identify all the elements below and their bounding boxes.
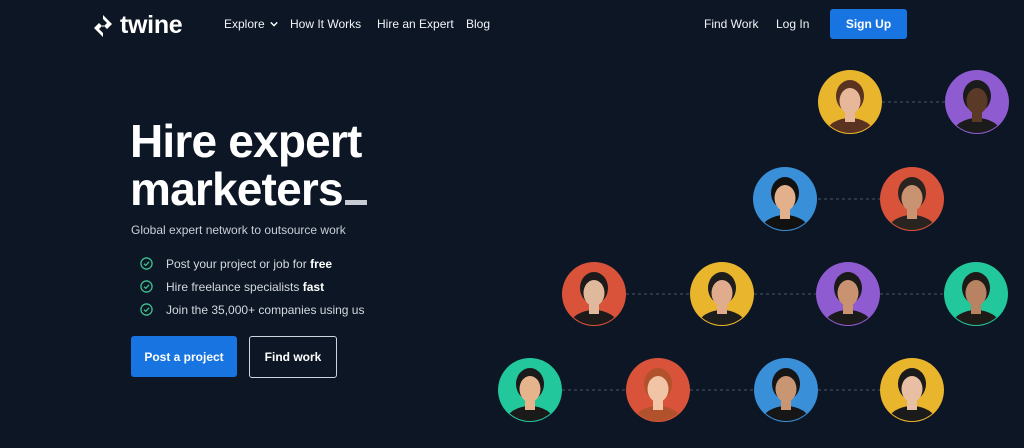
freelancer-avatar[interactable] [754, 358, 818, 438]
hero-subtitle: Global expert network to outsource work [131, 223, 346, 237]
nav-how-it-works[interactable]: How It Works [290, 17, 361, 31]
chevron-down-icon [269, 21, 278, 27]
freelancer-avatar[interactable] [816, 262, 880, 342]
feature-item: Hire freelance specialists fast [140, 275, 364, 298]
feature-text: Join the 35,000+ companies using us [166, 302, 365, 317]
logo-text: twine [120, 11, 183, 39]
hero-title-line-1: Hire expert [130, 115, 362, 167]
freelancer-avatar[interactable] [562, 262, 626, 342]
feature-text: Hire freelance specialists fast [166, 279, 325, 294]
nav-login[interactable]: Log In [776, 17, 809, 31]
freelancer-avatar[interactable] [944, 262, 1008, 342]
freelancer-network [498, 70, 1009, 438]
check-circle-icon [140, 303, 153, 316]
freelancer-avatar[interactable] [880, 358, 944, 438]
feature-item: Post your project or job for free [140, 252, 364, 275]
check-circle-icon [140, 280, 153, 293]
freelancer-avatar[interactable] [880, 167, 944, 247]
hero-title-line-2-text: marketers [130, 163, 344, 215]
freelancer-avatar[interactable] [818, 70, 882, 150]
twine-logo[interactable]: twine [92, 11, 183, 40]
find-work-button[interactable]: Find work [249, 336, 337, 378]
nav-explore[interactable]: Explore [224, 17, 278, 31]
freelancer-avatar[interactable] [945, 70, 1009, 150]
feature-text: Post your project or job for free [166, 256, 333, 271]
check-circle-icon [140, 257, 153, 270]
hero-title-line-2: marketers [130, 165, 367, 213]
freelancer-avatar[interactable] [626, 358, 690, 438]
typing-cursor [344, 200, 367, 205]
feature-list: Post your project or job for free Hire f… [140, 252, 364, 321]
twine-logo-icon [94, 14, 112, 37]
freelancer-avatar[interactable] [498, 358, 562, 438]
nav-explore-label: Explore [224, 17, 265, 31]
nav-find-work[interactable]: Find Work [704, 17, 758, 31]
network-connectors [562, 101, 946, 391]
post-project-button[interactable]: Post a project [131, 336, 237, 377]
hero-title: Hire expert marketers [130, 117, 367, 213]
feature-item: Join the 35,000+ companies using us [140, 298, 364, 321]
nav-blog[interactable]: Blog [466, 17, 490, 31]
freelancer-avatar[interactable] [690, 262, 754, 342]
signup-button[interactable]: Sign Up [830, 9, 907, 39]
freelancer-avatar[interactable] [753, 167, 817, 247]
nav-hire-expert[interactable]: Hire an Expert [377, 17, 454, 31]
